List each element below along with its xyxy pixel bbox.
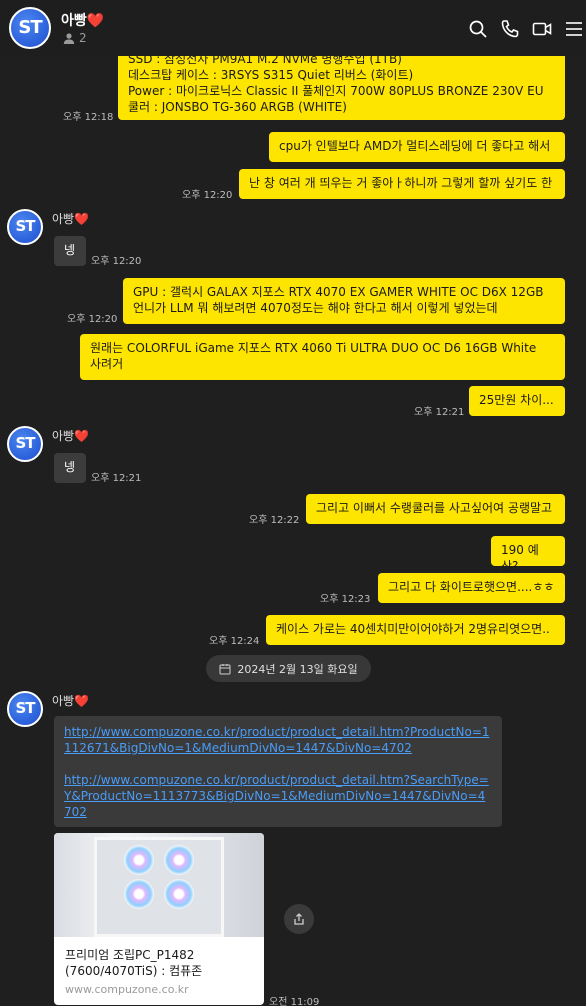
message-bubble-incoming[interactable]: http://www.compuzone.co.kr/product/produ… bbox=[54, 716, 502, 827]
avatar[interactable]: ST bbox=[7, 691, 43, 727]
sender-name: 아빵❤️ bbox=[52, 212, 90, 226]
video-icon bbox=[532, 22, 552, 36]
search-icon bbox=[469, 20, 487, 38]
avatar[interactable]: ST bbox=[7, 426, 43, 462]
phone-icon bbox=[501, 20, 519, 38]
message-bubble-outgoing[interactable]: 그리고 다 화이트로햇으면....ㅎㅎ bbox=[378, 573, 565, 603]
link-preview-image bbox=[54, 833, 264, 937]
message-bubble-outgoing[interactable]: 원래는 COLORFUL iGame 지포스 RTX 4060 Ti ULTRA… bbox=[80, 334, 565, 380]
sender-name: 아빵❤️ bbox=[52, 694, 90, 708]
chat-avatar[interactable]: ST bbox=[9, 7, 51, 49]
message-time: 오후 12:23 bbox=[320, 594, 371, 605]
video-call-button[interactable] bbox=[531, 18, 553, 40]
calendar-icon bbox=[219, 663, 231, 674]
message-list[interactable]: SSD : 삼성전자 PM9A1 M.2 NVMe 병행수입 (1TB) 데스크… bbox=[0, 0, 586, 1006]
message-time: 오후 12:21 bbox=[414, 407, 465, 418]
member-count[interactable]: 2 bbox=[63, 31, 87, 45]
menu-button[interactable] bbox=[563, 18, 585, 40]
share-button[interactable] bbox=[284, 904, 314, 934]
chat-header: ST 아빵❤️ 2 bbox=[0, 0, 586, 56]
message-time: 오후 12:18 bbox=[63, 112, 114, 123]
share-icon bbox=[294, 913, 304, 925]
link-url[interactable]: http://www.compuzone.co.kr/product/produ… bbox=[64, 724, 492, 756]
message-bubble-outgoing[interactable]: 난 창 여러 개 띄우는 거 좋아ㅏ하니까 그렇게 할까 싶기도 한 bbox=[239, 169, 565, 199]
link-preview-title: 프리미엄 조립PC_P1482 (7600/4070TiS) : 컴퓨존 bbox=[65, 948, 203, 978]
search-button[interactable] bbox=[467, 18, 489, 40]
link-preview-domain: www.compuzone.co.kr bbox=[65, 983, 189, 996]
link-url[interactable]: http://www.compuzone.co.kr/product/produ… bbox=[64, 772, 492, 820]
sender-name: 아빵❤️ bbox=[52, 429, 90, 443]
message-bubble-outgoing[interactable]: 190 예산? bbox=[491, 536, 565, 573]
message-time: 오후 12:20 bbox=[182, 190, 233, 201]
chat-title[interactable]: 아빵❤️ bbox=[61, 10, 104, 30]
message-bubble-outgoing[interactable]: cpu가 인텔보다 AMD가 멀티스레딩에 더 좋다고 해서 bbox=[269, 132, 565, 162]
date-divider: 2024년 2월 13일 화요일 bbox=[206, 655, 371, 682]
message-bubble-outgoing[interactable]: 25만원 차이... bbox=[469, 386, 565, 416]
message-time: 오후 12:22 bbox=[249, 515, 300, 526]
member-count-text: 2 bbox=[79, 31, 87, 45]
link-preview-card[interactable]: 프리미엄 조립PC_P1482 (7600/4070TiS) : 컴퓨존 www… bbox=[54, 833, 264, 1005]
message-bubble-outgoing[interactable]: 그리고 이뻐서 수랭쿨러를 사고싶어여 공랭말고 bbox=[306, 494, 565, 524]
message-time: 오후 12:20 bbox=[91, 256, 142, 267]
message-time: 오후 12:20 bbox=[67, 314, 118, 325]
people-icon bbox=[63, 32, 75, 44]
voice-call-button[interactable] bbox=[499, 18, 521, 40]
menu-icon bbox=[566, 22, 582, 36]
message-time: 오후 12:24 bbox=[209, 636, 260, 647]
avatar[interactable]: ST bbox=[7, 209, 43, 245]
message-bubble-outgoing[interactable]: 케이스 가로는 40센치미만이어야하거 2명유리엿으면.. bbox=[266, 615, 565, 645]
message-time: 오전 11:09 bbox=[269, 997, 320, 1006]
message-bubble-incoming[interactable]: 넹 bbox=[54, 236, 86, 266]
date-divider-text: 2024년 2월 13일 화요일 bbox=[237, 662, 358, 676]
message-bubble-incoming[interactable]: 넹 bbox=[54, 453, 86, 483]
message-time: 오후 12:21 bbox=[91, 473, 142, 484]
message-bubble-outgoing[interactable]: GPU : 갤럭시 GALAX 지포스 RTX 4070 EX GAMER WH… bbox=[123, 278, 565, 324]
